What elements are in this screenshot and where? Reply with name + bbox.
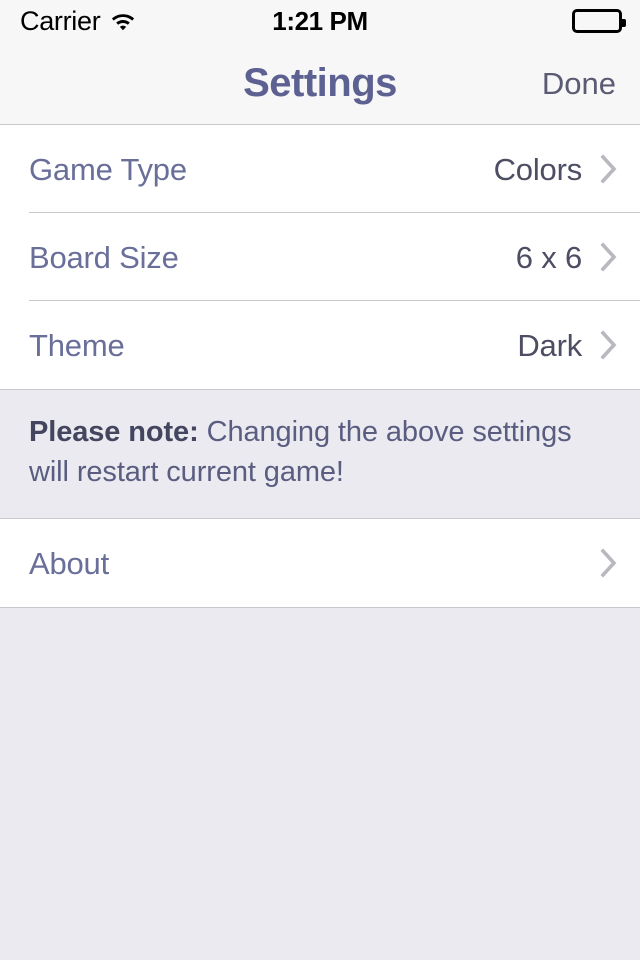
navigation-bar: Settings Done <box>0 42 640 125</box>
row-value: Colors <box>493 151 583 187</box>
status-bar-left: Carrier <box>20 5 136 36</box>
row-label: Game Type <box>29 151 187 187</box>
done-button[interactable]: Done <box>542 68 616 99</box>
status-bar: Carrier 1:21 PM <box>0 0 640 42</box>
settings-row-theme[interactable]: Theme Dark <box>0 301 640 389</box>
settings-screen: Carrier 1:21 PM Settings Done Game Type <box>0 0 640 960</box>
row-accessory-area: Colors <box>494 154 618 185</box>
chevron-right-icon <box>600 330 618 360</box>
settings-row-board-size[interactable]: Board Size 6 x 6 <box>0 213 640 301</box>
row-label: Board Size <box>29 239 179 275</box>
note-strong-label: Please note: <box>29 416 199 448</box>
settings-row-about[interactable]: About <box>0 519 640 608</box>
row-accessory-area: Dark <box>517 330 618 361</box>
note-text: Please note: Changing the above settings… <box>29 412 580 492</box>
battery-full-icon <box>572 9 626 33</box>
row-value: 6 x 6 <box>515 239 582 275</box>
row-value: Dark <box>517 327 582 363</box>
empty-table-area <box>0 608 640 960</box>
settings-row-game-type[interactable]: Game Type Colors <box>0 125 640 213</box>
chevron-right-icon <box>600 242 618 272</box>
status-bar-right <box>572 9 626 33</box>
row-label: About <box>29 545 110 581</box>
row-accessory-area <box>582 548 618 578</box>
section-footer-note: Please note: Changing the above settings… <box>0 389 640 520</box>
chevron-right-icon <box>600 154 618 184</box>
row-label: Theme <box>29 327 125 363</box>
carrier-label: Carrier <box>20 5 101 36</box>
row-accessory-area: 6 x 6 <box>516 242 618 273</box>
wifi-icon <box>110 11 136 31</box>
about-group: About <box>0 519 640 609</box>
settings-group: Game Type Colors Board Size 6 x 6 Theme … <box>0 125 640 389</box>
chevron-right-icon <box>600 548 618 578</box>
